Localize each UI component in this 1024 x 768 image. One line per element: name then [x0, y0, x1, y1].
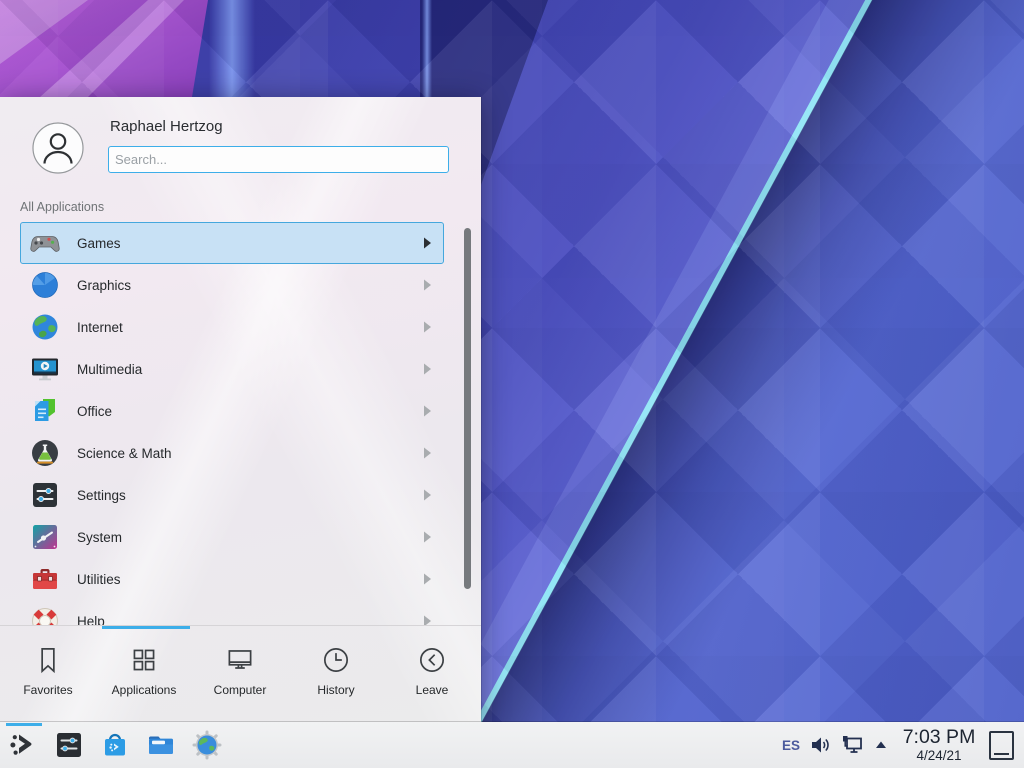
tab-label: Computer [214, 683, 267, 697]
category-item-internet[interactable]: Internet [20, 306, 444, 348]
clock-time: 7:03 PM [898, 728, 980, 748]
taskbar-pinned-apps [8, 722, 222, 768]
tab-history[interactable]: History [288, 629, 384, 722]
taskbar: ES 7:03 PM 4/24/21 [0, 722, 1024, 768]
category-item-graphics[interactable]: Graphics [20, 264, 444, 306]
paint-ball-icon [29, 269, 61, 301]
submenu-arrow-icon [423, 615, 432, 625]
tab-computer[interactable]: Computer [192, 629, 288, 722]
submenu-arrow-icon [423, 279, 432, 291]
discover-bag-icon[interactable] [100, 722, 130, 768]
volume-icon[interactable] [809, 734, 831, 756]
category-label: Graphics [77, 278, 423, 293]
gamepad-icon [29, 227, 61, 259]
history-clock-icon [319, 643, 353, 677]
media-screen-icon [29, 353, 61, 385]
desktop: Raphael Hertzog All Applications Games [0, 0, 1024, 768]
category-item-settings[interactable]: Settings [20, 474, 444, 516]
category-label: Internet [77, 320, 423, 335]
submenu-arrow-icon [423, 363, 432, 375]
leave-icon [415, 643, 449, 677]
category-label: Games [77, 236, 423, 251]
submenu-arrow-icon [423, 489, 432, 501]
tab-leave[interactable]: Leave [384, 629, 480, 722]
sliders-icon [29, 479, 61, 511]
tab-label: Applications [112, 683, 177, 697]
tab-applications[interactable]: Applications [96, 629, 192, 722]
globe-icon [29, 311, 61, 343]
globe-gear-icon[interactable] [192, 722, 222, 768]
computer-icon [223, 643, 257, 677]
submenu-arrow-icon [423, 531, 432, 543]
kde-launcher-icon[interactable] [8, 722, 38, 768]
keyboard-layout-indicator[interactable]: ES [782, 738, 800, 753]
user-name: Raphael Hertzog [110, 118, 223, 135]
category-label: Office [77, 404, 423, 419]
submenu-arrow-icon [423, 447, 432, 459]
category-label: Utilities [77, 572, 423, 587]
app-grid-icon [127, 643, 161, 677]
category-item-help[interactable]: Help [20, 600, 444, 625]
section-label: All Applications [20, 200, 104, 214]
category-label: Help [77, 614, 423, 626]
flask-icon [29, 437, 61, 469]
active-task-indicator [6, 723, 42, 726]
launcher-tab-bar: Favorites Applications Computer History [0, 629, 481, 722]
category-item-office[interactable]: Office [20, 390, 444, 432]
clock-date: 4/24/21 [898, 749, 980, 763]
search-input[interactable] [108, 146, 449, 173]
tab-label: Leave [416, 683, 449, 697]
document-icon [29, 395, 61, 427]
tab-label: Favorites [23, 683, 72, 697]
lifebuoy-icon [29, 605, 61, 625]
category-label: Multimedia [77, 362, 423, 377]
expand-tray-icon[interactable] [873, 737, 889, 753]
category-label: System [77, 530, 423, 545]
category-list: Games Graphics [0, 222, 481, 625]
folder-icon[interactable] [146, 722, 176, 768]
network-icon[interactable] [840, 733, 864, 757]
category-item-games[interactable]: Games [20, 222, 444, 264]
submenu-arrow-icon [423, 237, 432, 249]
category-label: Science & Math [77, 446, 423, 461]
bookmark-icon [31, 643, 65, 677]
submenu-arrow-icon [423, 573, 432, 585]
submenu-arrow-icon [423, 405, 432, 417]
application-launcher: Raphael Hertzog All Applications Games [0, 97, 481, 722]
category-label: Settings [77, 488, 423, 503]
show-desktop-button[interactable] [989, 731, 1014, 760]
category-item-multimedia[interactable]: Multimedia [20, 348, 444, 390]
system-settings-icon[interactable] [54, 722, 84, 768]
category-item-system[interactable]: System [20, 516, 444, 558]
tab-favorites[interactable]: Favorites [0, 629, 96, 722]
category-item-science-math[interactable]: Science & Math [20, 432, 444, 474]
category-item-utilities[interactable]: Utilities [20, 558, 444, 600]
launcher-header: Raphael Hertzog [0, 97, 481, 187]
tabbar-separator [0, 625, 481, 626]
scrollbar-thumb[interactable] [464, 228, 471, 589]
user-avatar[interactable] [32, 122, 84, 174]
clock[interactable]: 7:03 PM 4/24/21 [898, 728, 980, 763]
system-monitor-icon [29, 521, 61, 553]
tab-label: History [317, 683, 354, 697]
toolbox-icon [29, 563, 61, 595]
system-tray: ES 7:03 PM 4/24/21 [782, 722, 1014, 768]
submenu-arrow-icon [423, 321, 432, 333]
